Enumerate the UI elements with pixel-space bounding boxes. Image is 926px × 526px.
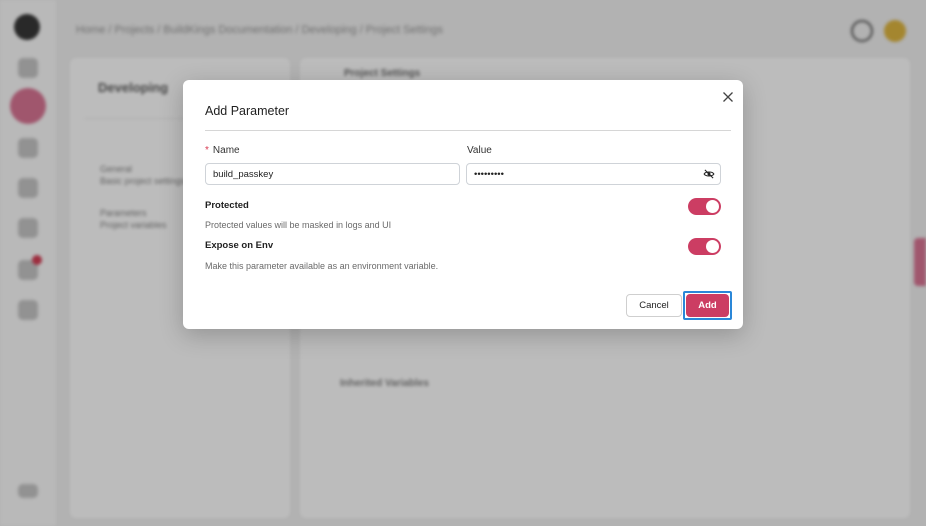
cancel-button[interactable]: Cancel (626, 294, 682, 317)
expose-env-toggle[interactable] (688, 238, 721, 255)
eye-slash-icon[interactable] (703, 168, 715, 180)
protected-toggle[interactable] (688, 198, 721, 215)
name-label-text: Name (212, 145, 240, 156)
add-button[interactable]: Add (686, 294, 729, 317)
add-parameter-dialog: Add Parameter *Name Value Protected Prot… (183, 80, 743, 329)
value-label: Value (467, 145, 492, 156)
expose-env-description: Make this parameter available as an envi… (205, 261, 439, 271)
dialog-title: Add Parameter (205, 104, 290, 118)
name-input[interactable] (205, 163, 460, 185)
dialog-divider (205, 130, 731, 131)
close-icon[interactable] (720, 89, 736, 105)
protected-description: Protected values will be masked in logs … (205, 220, 392, 230)
protected-label: Protected (205, 200, 249, 211)
value-input[interactable] (466, 163, 721, 185)
name-label: * Name (205, 145, 240, 156)
expose-env-label: Expose on Env (205, 240, 274, 251)
required-marker: * (205, 145, 209, 156)
